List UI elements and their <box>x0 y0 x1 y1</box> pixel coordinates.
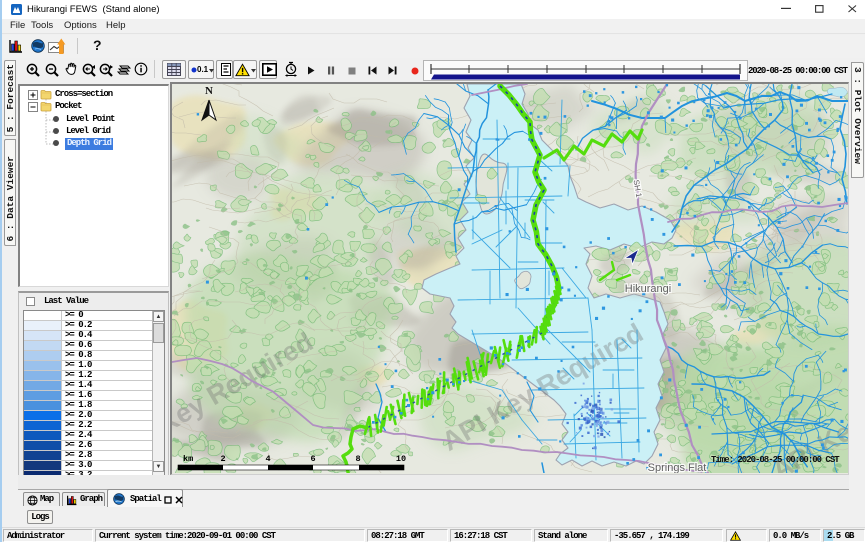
svg-text:km: km <box>183 454 193 464</box>
svg-text:N: N <box>205 85 213 97</box>
svg-text:Springs Flat: Springs Flat <box>648 462 707 473</box>
svg-text:6: 6 <box>310 454 315 464</box>
svg-text:4: 4 <box>265 454 270 464</box>
svg-text:Time: 2020-08-25 00:00:00 CST: Time: 2020-08-25 00:00:00 CST <box>711 455 840 465</box>
svg-text:2: 2 <box>220 454 225 464</box>
svg-text:10: 10 <box>396 454 406 464</box>
svg-text:Hikurangi: Hikurangi <box>625 283 671 295</box>
svg-text:8: 8 <box>355 454 360 464</box>
